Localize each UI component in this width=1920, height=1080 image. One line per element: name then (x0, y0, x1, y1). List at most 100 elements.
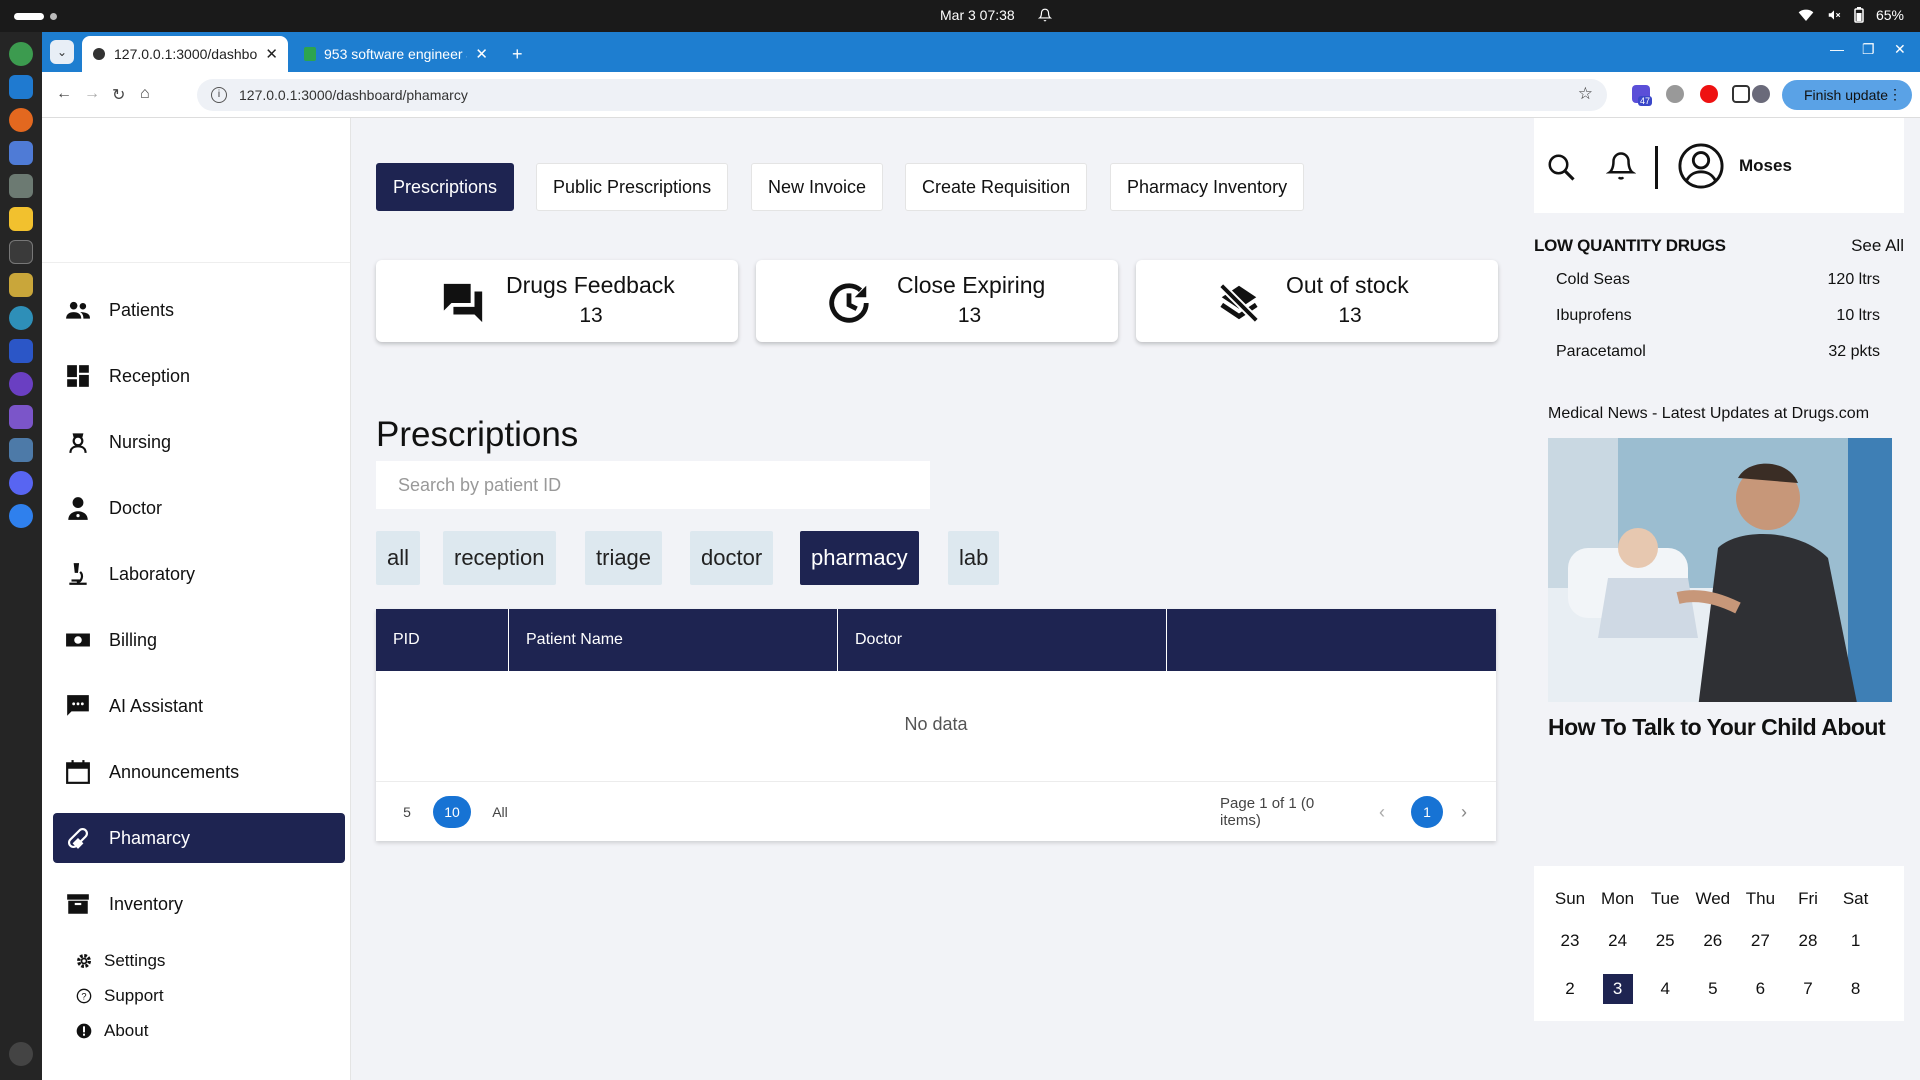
patient-search-input[interactable] (376, 461, 930, 509)
sidebar-item-doctor[interactable]: Doctor (53, 483, 345, 533)
calendar-day-today[interactable]: 3 (1602, 974, 1633, 1004)
page-size-10[interactable]: 10 (433, 796, 471, 828)
browser-tab[interactable]: 953 software engineer J ✕ (294, 36, 498, 72)
minimize-icon[interactable]: — (1830, 41, 1844, 57)
public-prescriptions-button[interactable]: Public Prescriptions (536, 163, 729, 211)
user-name[interactable]: Moses (1739, 156, 1792, 176)
create-requisition-button[interactable]: Create Requisition (905, 163, 1088, 211)
restore-icon[interactable]: ❐ (1862, 41, 1875, 58)
app-icon[interactable] (9, 372, 33, 396)
tab-close-icon[interactable]: ✕ (475, 45, 488, 63)
see-all-link[interactable]: See All (1851, 236, 1904, 256)
page-size-5[interactable]: 5 (400, 796, 414, 828)
sidebar-about-link[interactable]: About (76, 1021, 148, 1041)
terminal-icon[interactable] (9, 240, 33, 264)
column-header-doctor[interactable]: Doctor (838, 609, 1167, 671)
notes-icon[interactable] (9, 207, 33, 231)
back-icon[interactable]: ← (56, 85, 72, 103)
calendar-day[interactable]: 2 (1550, 974, 1590, 1004)
column-header-pid[interactable]: PID (376, 609, 509, 671)
sidebar-item-pharmacy[interactable]: Phamarcy (53, 813, 345, 863)
filter-chip-lab[interactable]: lab (948, 531, 1000, 585)
calendar-day[interactable]: 4 (1645, 974, 1685, 1004)
new-tab-button[interactable]: + (502, 36, 533, 72)
app-icon[interactable] (9, 504, 33, 528)
browser-tab-active[interactable]: 127.0.0.1:3000/dashboar ✕ (82, 36, 288, 72)
news-image[interactable] (1548, 438, 1892, 702)
search-icon[interactable] (1546, 152, 1576, 182)
sidebar-item-announcements[interactable]: Announcements (53, 747, 345, 797)
filter-chip-triage[interactable]: triage (585, 531, 663, 585)
calendar-day[interactable]: 26 (1693, 926, 1733, 956)
site-info-icon[interactable]: i (211, 87, 227, 103)
notifications-bell-icon[interactable] (1606, 150, 1636, 182)
screenshot-icon[interactable] (9, 141, 33, 165)
firefox-icon[interactable] (9, 108, 33, 132)
sidebar-item-reception[interactable]: Reception (53, 351, 345, 401)
pharmacy-inventory-button[interactable]: Pharmacy Inventory (1110, 163, 1305, 211)
extensions-puzzle-icon[interactable] (1732, 85, 1750, 103)
calendar-day[interactable]: 27 (1740, 926, 1780, 956)
app-icon[interactable] (9, 273, 33, 297)
page-size-all[interactable]: All (489, 796, 511, 828)
more-menu-icon[interactable]: ⋮ (1888, 86, 1902, 103)
news-headline[interactable]: How To Talk to Your Child About a Cancer… (1548, 710, 1892, 750)
postgres-icon[interactable] (9, 438, 33, 462)
system-tray[interactable]: 65% (1798, 7, 1904, 23)
calendar-day[interactable]: 24 (1598, 926, 1638, 956)
activities-button[interactable] (14, 13, 44, 20)
chrome-icon[interactable] (9, 42, 33, 66)
close-expiring-card[interactable]: Close Expiring 13 (756, 260, 1118, 342)
vscode-icon[interactable] (9, 75, 33, 99)
files-icon[interactable] (9, 174, 33, 198)
filter-chip-doctor[interactable]: doctor (690, 531, 774, 585)
prescriptions-button[interactable]: Prescriptions (376, 163, 515, 211)
sidebar-support-link[interactable]: ? Support (76, 986, 164, 1006)
extension-icon[interactable] (1666, 85, 1684, 103)
user-avatar-icon[interactable] (1678, 143, 1724, 189)
calendar-day[interactable]: 25 (1645, 926, 1685, 956)
filter-chip-reception[interactable]: reception (443, 531, 556, 585)
drugs-feedback-card[interactable]: Drugs Feedback 13 (376, 260, 738, 342)
next-page-icon[interactable]: › (1454, 796, 1474, 828)
forward-icon[interactable]: → (84, 85, 100, 103)
discord-icon[interactable] (9, 471, 33, 495)
calendar-day[interactable]: 5 (1693, 974, 1733, 1004)
sidebar-item-laboratory[interactable]: Laboratory (53, 549, 345, 599)
sidebar-item-ai-assistant[interactable]: AI Assistant (53, 681, 345, 731)
sidebar-item-patients[interactable]: Patients (53, 285, 345, 335)
calendar-day[interactable]: 7 (1788, 974, 1828, 1004)
notification-bell-icon[interactable] (1038, 7, 1052, 23)
filter-chip-all[interactable]: all (376, 531, 421, 585)
calendar-day[interactable]: 23 (1550, 926, 1590, 956)
calendar-day[interactable]: 28 (1788, 926, 1828, 956)
finish-update-button[interactable]: Finish update ⋮ (1782, 80, 1912, 110)
page-number-button[interactable]: 1 (1411, 796, 1443, 828)
calendar-day[interactable]: 6 (1740, 974, 1780, 1004)
app-icon[interactable] (9, 405, 33, 429)
tab-search-button[interactable]: ⌄ (50, 40, 74, 64)
sidebar-item-nursing[interactable]: Nursing (53, 417, 345, 467)
prev-page-icon[interactable]: ‹ (1372, 796, 1392, 828)
profile-avatar-icon[interactable] (1752, 85, 1770, 103)
sidebar-settings-link[interactable]: Settings (76, 951, 165, 971)
address-bar[interactable]: i 127.0.0.1:3000/dashboard/phamarcy ☆ (197, 79, 1607, 111)
home-icon[interactable]: ⌂ (140, 85, 150, 103)
chrome-alt-icon[interactable] (9, 306, 33, 330)
bookmark-star-icon[interactable]: ☆ (1578, 84, 1593, 104)
reload-icon[interactable]: ↻ (112, 85, 125, 105)
new-invoice-button[interactable]: New Invoice (751, 163, 884, 211)
tab-close-icon[interactable]: ✕ (265, 45, 278, 63)
calendar-day[interactable]: 8 (1836, 974, 1876, 1004)
out-of-stock-card[interactable]: Out of stock 13 (1136, 260, 1498, 342)
filter-chip-pharmacy[interactable]: pharmacy (800, 531, 919, 585)
show-apps-icon[interactable] (9, 1042, 33, 1066)
calendar-day[interactable]: 1 (1836, 926, 1876, 956)
sidebar-item-billing[interactable]: Billing (53, 615, 345, 665)
close-window-icon[interactable]: ✕ (1894, 41, 1906, 58)
column-header-patient-name[interactable]: Patient Name (509, 609, 838, 671)
clock[interactable]: Mar 3 07:38 (940, 7, 1015, 23)
jetbrains-icon[interactable] (9, 339, 33, 363)
sidebar-item-inventory[interactable]: Inventory (53, 879, 345, 929)
opera-extension-icon[interactable] (1700, 85, 1718, 103)
